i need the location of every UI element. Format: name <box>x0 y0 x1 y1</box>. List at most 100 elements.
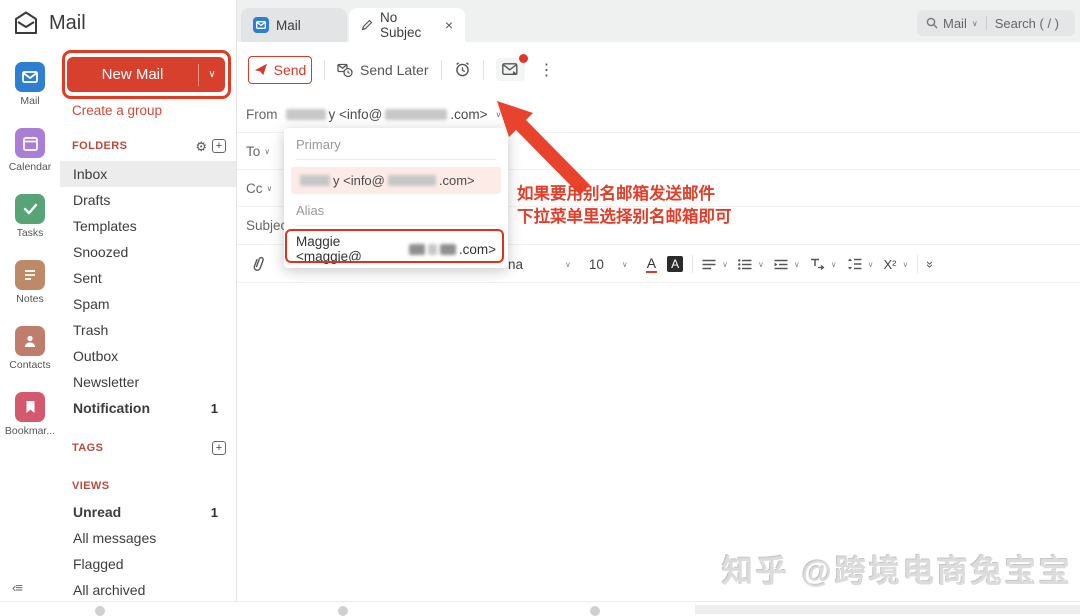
views-header-row: VIEWS <box>72 480 226 492</box>
bullet-list-button[interactable]: ∨ <box>738 259 764 270</box>
from-label: From <box>246 107 278 122</box>
folder-item-drafts[interactable]: Drafts <box>60 187 236 213</box>
rail-item-tasks[interactable]: Tasks <box>0 194 60 239</box>
folder-settings-gear-icon[interactable]: ⚙ <box>195 140 207 153</box>
bookmarks-app-icon <box>15 392 45 422</box>
faint-footer-icon-3 <box>590 606 600 616</box>
redacted-from-name <box>286 109 326 120</box>
to-caret-icon[interactable]: ∨ <box>264 147 270 156</box>
calendar-app-icon <box>15 128 45 158</box>
from-caret-icon[interactable]: ∨ <box>496 110 502 119</box>
folder-item-snoozed[interactable]: Snoozed <box>60 239 236 265</box>
folder-item-inbox[interactable]: Inbox <box>60 161 236 187</box>
text-direction-button[interactable]: ∨ <box>810 258 837 270</box>
more-options-icon[interactable]: ⋮ <box>539 60 555 80</box>
attachment-paperclip-icon[interactable] <box>251 255 266 273</box>
close-tab-icon[interactable]: × <box>445 17 453 33</box>
dropdown-alias-item[interactable]: Maggie <maggie@ .com> <box>284 226 508 264</box>
reminder-alarm-icon[interactable] <box>454 61 471 78</box>
search-input[interactable]: Mail ∨ Search ( / ) <box>917 10 1075 36</box>
tags-header: TAGS <box>72 442 103 454</box>
line-spacing-button[interactable]: ∨ <box>847 258 874 270</box>
rail-item-mail[interactable]: Mail <box>0 62 60 107</box>
mail-logo-icon <box>12 10 40 36</box>
app-title: Mail <box>49 12 86 35</box>
mail-options-envelope-icon[interactable] <box>496 58 525 81</box>
more-formatting-icon[interactable]: » <box>923 260 938 267</box>
tags-header-row: TAGS + <box>72 441 226 455</box>
tab-strip: Mail No Subjec × Mail ∨ Search ( / ) <box>237 0 1080 42</box>
view-item-flagged[interactable]: Flagged <box>60 551 236 577</box>
contacts-app-icon <box>15 326 45 356</box>
view-item-unread[interactable]: Unread 1 <box>60 499 236 525</box>
bottom-strip <box>0 601 1080 613</box>
send-later-button[interactable]: Send Later <box>337 62 429 78</box>
search-scope[interactable]: Mail <box>943 16 967 31</box>
annotation-text: 如果要用别名邮箱发送邮件 下拉菜单里选择别名邮箱即可 <box>517 183 732 229</box>
add-folder-icon[interactable]: + <box>212 139 226 153</box>
font-color-button[interactable]: A <box>646 256 657 273</box>
dropdown-alias-header: Alias <box>296 203 496 226</box>
format-toolbar: na ∨ 10 ∨ A A ∨ ∨ ∨ <box>508 245 935 283</box>
rail-item-calendar[interactable]: Calendar <box>0 128 60 173</box>
redacted-primary-name <box>300 175 330 186</box>
new-mail-button[interactable]: New Mail ∨ <box>67 57 225 92</box>
send-later-clock-icon <box>337 62 353 78</box>
app-rail: Mail Calendar Tasks Notes Contacts <box>0 0 60 613</box>
redacted-alias-domain-2 <box>428 244 438 255</box>
folder-item-templates[interactable]: Templates <box>60 213 236 239</box>
main-area: Mail No Subjec × Mail ∨ Search ( / ) Sen… <box>236 0 1080 613</box>
search-placeholder: Search ( / ) <box>995 16 1059 31</box>
search-icon <box>926 17 938 29</box>
tab-compose[interactable]: No Subjec × <box>349 8 465 42</box>
app-logo: Mail <box>12 10 86 36</box>
align-button[interactable]: ∨ <box>702 259 728 270</box>
indent-button[interactable]: ∨ <box>774 259 800 270</box>
view-item-all-messages[interactable]: All messages <box>60 525 236 551</box>
superscript-button[interactable]: X² ∨ <box>883 257 908 272</box>
folder-item-spam[interactable]: Spam <box>60 291 236 317</box>
add-tag-icon[interactable]: + <box>212 441 226 455</box>
compose-toolbar: Send Send Later ⋮ <box>237 42 1080 97</box>
folder-item-trash[interactable]: Trash <box>60 317 236 343</box>
dropdown-primary-item[interactable]: y <info@ .com> <box>291 167 501 194</box>
folder-list: Inbox Drafts Templates Snoozed Sent Spam… <box>60 161 236 421</box>
folder-item-outbox[interactable]: Outbox <box>60 343 236 369</box>
mail-tab-icon <box>253 17 269 33</box>
font-family-select[interactable]: na ∨ <box>508 257 571 272</box>
create-group-link[interactable]: Create a group <box>72 103 162 118</box>
notes-app-icon <box>15 260 45 290</box>
unread-count-badge: 1 <box>211 401 218 416</box>
dropdown-primary-header: Primary <box>296 137 496 160</box>
annotation-line-1: 如果要用别名邮箱发送邮件 <box>517 183 732 206</box>
folders-header: FOLDERS <box>72 140 127 152</box>
annotation-line-2: 下拉菜单里选择别名邮箱即可 <box>517 206 732 229</box>
search-scope-caret-icon: ∨ <box>972 19 978 28</box>
font-size-select[interactable]: 10 ∨ <box>589 257 628 272</box>
faint-footer-icon-2 <box>338 606 348 616</box>
from-value[interactable]: y <info@ .com> ∨ <box>286 107 502 122</box>
pencil-icon <box>361 19 373 31</box>
folder-item-sent[interactable]: Sent <box>60 265 236 291</box>
paper-plane-icon <box>254 63 268 76</box>
view-item-all-archived[interactable]: All archived <box>60 577 236 603</box>
redacted-alias-domain-3 <box>440 244 455 255</box>
highlight-color-button[interactable]: A <box>667 256 683 272</box>
notification-dot <box>519 54 528 63</box>
redacted-from-domain <box>385 109 447 120</box>
send-button[interactable]: Send <box>248 56 312 84</box>
folder-item-newsletter[interactable]: Newsletter <box>60 369 236 395</box>
to-label: To <box>246 144 260 159</box>
rail-item-contacts[interactable]: Contacts <box>0 326 60 371</box>
redacted-alias-domain-1 <box>409 244 424 255</box>
rail-item-bookmarks[interactable]: Bookmar... <box>0 392 60 437</box>
new-mail-caret-icon[interactable]: ∨ <box>199 69 225 80</box>
rail-item-notes[interactable]: Notes <box>0 260 60 305</box>
views-header: VIEWS <box>72 480 109 492</box>
cc-caret-icon[interactable]: ∨ <box>267 184 273 193</box>
folder-item-notification[interactable]: Notification 1 <box>60 395 236 421</box>
folder-panel: New Mail ∨ Create a group FOLDERS ⚙ + In… <box>60 0 236 613</box>
faint-footer-icon-1 <box>95 606 105 616</box>
collapse-sidebar-icon[interactable]: ‹≡ <box>12 580 22 595</box>
tab-mail[interactable]: Mail <box>241 8 347 42</box>
